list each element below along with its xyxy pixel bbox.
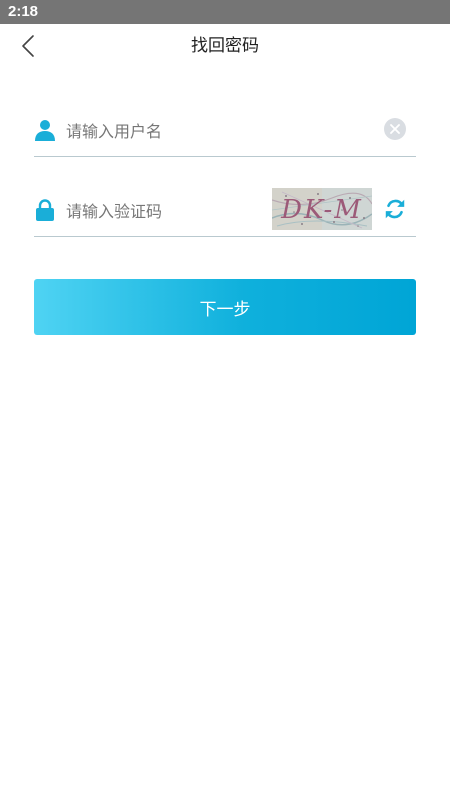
captcha-field: DK-M: [34, 188, 416, 237]
next-step-button[interactable]: 下一步: [34, 279, 416, 335]
username-input[interactable]: [66, 114, 366, 148]
page-title: 找回密码: [191, 36, 259, 56]
username-field: [34, 108, 416, 157]
captcha-input[interactable]: [66, 194, 266, 228]
captcha-image[interactable]: DK-M: [271, 188, 373, 230]
chevron-left-icon: [22, 35, 34, 57]
user-icon: [34, 118, 56, 142]
refresh-captcha-button[interactable]: [380, 194, 410, 224]
refresh-icon: [385, 199, 405, 219]
back-button[interactable]: [14, 32, 42, 60]
status-time: 2:18: [8, 3, 39, 20]
nav-bar: 找回密码: [0, 24, 450, 68]
captcha-code: DK-M: [280, 195, 363, 225]
status-bar: 2:18: [0, 0, 450, 24]
clear-button[interactable]: [384, 118, 406, 140]
clear-icon: [390, 124, 400, 134]
lock-icon: [34, 198, 56, 222]
